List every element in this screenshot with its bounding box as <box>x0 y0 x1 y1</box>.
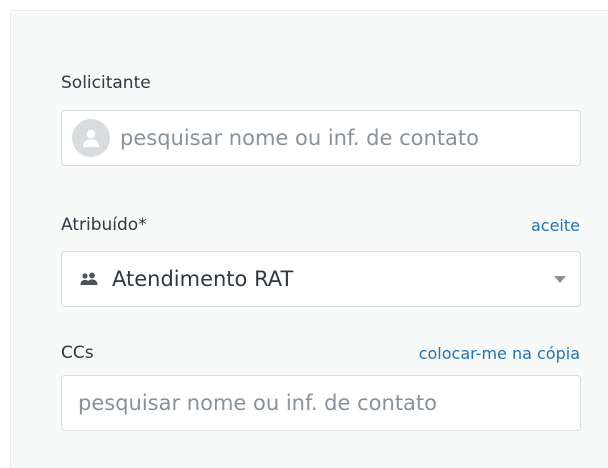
requester-search-field[interactable]: pesquisar nome ou inf. de contato <box>61 110 581 166</box>
assignee-selected-value: Atendimento RAT <box>112 267 294 291</box>
assignee-label: Atribuído* <box>61 215 147 235</box>
take-it-link[interactable]: aceite <box>531 216 580 236</box>
ccs-placeholder: pesquisar nome ou inf. de contato <box>78 391 437 415</box>
assignee-select[interactable]: Atendimento RAT <box>61 251 581 307</box>
cc-me-link[interactable]: colocar-me na cópia <box>419 344 580 364</box>
ticket-properties-panel: Solicitante pesquisar nome ou inf. de co… <box>10 10 608 468</box>
requester-placeholder: pesquisar nome ou inf. de contato <box>120 126 479 150</box>
requester-label: Solicitante <box>61 73 151 93</box>
ccs-search-field[interactable]: pesquisar nome ou inf. de contato <box>61 375 581 431</box>
group-icon <box>80 272 98 286</box>
chevron-down-icon[interactable] <box>554 276 566 283</box>
ccs-label: CCs <box>61 343 94 363</box>
user-avatar-icon <box>72 119 110 157</box>
